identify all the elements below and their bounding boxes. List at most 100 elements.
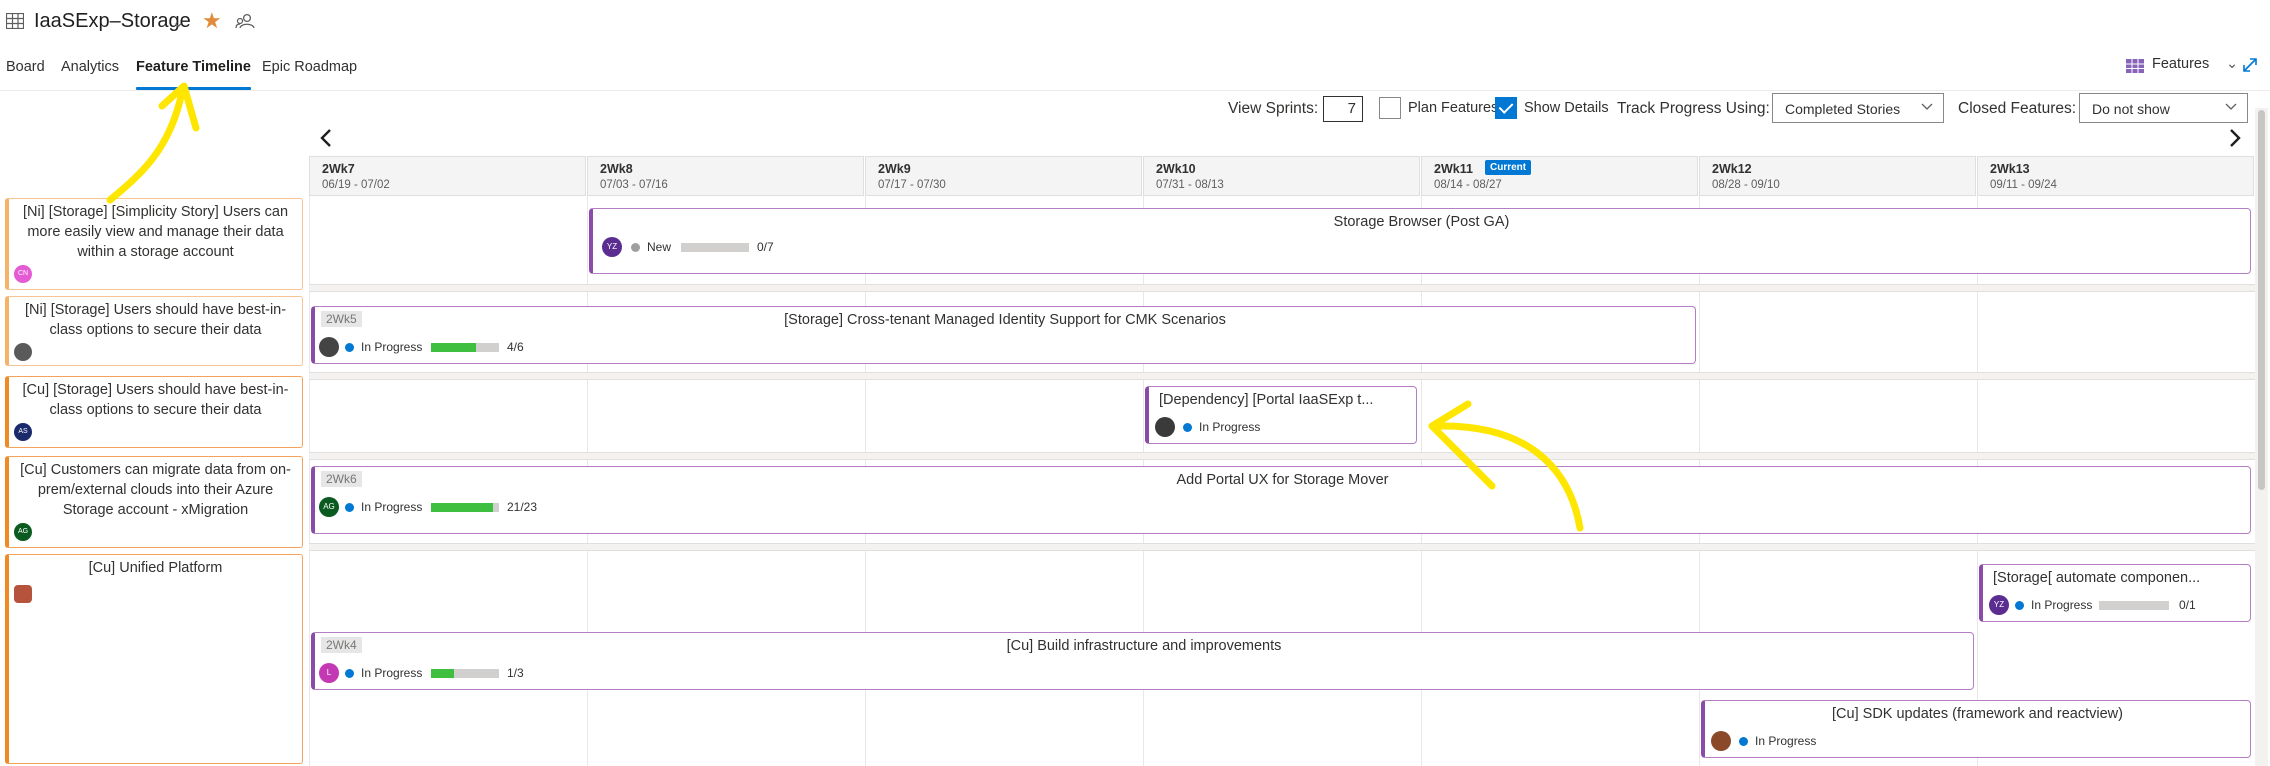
- progress-bar: [2099, 601, 2169, 610]
- state-label: In Progress: [2031, 598, 2093, 612]
- track-progress-label: Track Progress Using:: [1617, 100, 1770, 117]
- avatar: AG: [319, 497, 339, 517]
- view-sprints-input[interactable]: 7: [1323, 96, 1363, 122]
- epic-card[interactable]: [Ni] [Storage] Users should have best-in…: [5, 296, 303, 366]
- avatar: CN: [14, 265, 32, 283]
- progress-count: 0/7: [757, 240, 774, 254]
- state-dot: [345, 343, 354, 352]
- epic-title: [Cu] Customers can migrate data from on-…: [20, 462, 291, 518]
- progress-bar: [431, 503, 499, 512]
- feature-card[interactable]: [Cu] SDK updates (framework and reactvie…: [1701, 700, 2251, 758]
- chevron-down-icon: [2225, 103, 2237, 110]
- team-members-icon[interactable]: [235, 12, 255, 30]
- progress-bar: [681, 243, 749, 252]
- sprint-gridline: [309, 196, 310, 766]
- team-chevron-down-icon[interactable]: ⌄: [172, 13, 185, 31]
- state-dot: [345, 669, 354, 678]
- progress-count: 4/6: [507, 340, 524, 354]
- progress-count: 21/23: [507, 500, 538, 514]
- favorite-star-icon[interactable]: ★: [202, 8, 222, 34]
- sprint-name: 2Wk10: [1156, 162, 1196, 176]
- sprint-dates: 08/14 - 08/27: [1434, 179, 1502, 191]
- state-label: In Progress: [1199, 420, 1261, 434]
- sprint-name: 2Wk8: [600, 162, 633, 176]
- backlog-level-chevron-down-icon: ⌄: [2226, 56, 2239, 72]
- backlog-board-icon: [2126, 59, 2144, 73]
- header-divider: [0, 90, 2270, 91]
- sprint-dates: 07/31 - 08/13: [1156, 179, 1224, 191]
- feature-card[interactable]: 2Wk4 [Cu] Build infrastructure and impro…: [311, 632, 1974, 690]
- vertical-scrollbar[interactable]: [2255, 108, 2268, 766]
- top-bar: IaaSExp–Storage ⌄ ★: [0, 0, 2270, 44]
- avatar: L: [319, 663, 339, 683]
- sprint-name: 2Wk13: [1990, 162, 2030, 176]
- progress-bar: [431, 669, 499, 678]
- feature-title: [Cu] SDK updates (framework and reactvie…: [1832, 706, 2123, 722]
- sprint-name: 2Wk9: [878, 162, 911, 176]
- tab-feature-timeline[interactable]: Feature Timeline: [136, 56, 251, 90]
- feature-title: [Storage[ automate componen...: [1993, 570, 2201, 586]
- epic-card[interactable]: [Cu] Unified Platform: [5, 554, 303, 764]
- sprint-header: 2Wk12 08/28 - 09/10: [1699, 156, 1976, 196]
- closed-features-dropdown[interactable]: Do not show: [2079, 93, 2248, 123]
- sprint-dates: 08/28 - 09/10: [1712, 179, 1780, 191]
- sprint-dates: 07/03 - 07/16: [600, 179, 668, 191]
- progress-count: 1/3: [507, 666, 524, 680]
- state-dot: [345, 503, 354, 512]
- state-label: In Progress: [361, 666, 423, 680]
- track-progress-dropdown[interactable]: Completed Stories: [1772, 93, 1944, 123]
- show-details-checkbox[interactable]: [1495, 97, 1517, 119]
- avatar: [319, 337, 339, 357]
- sprint-header: 2Wk11 Current 08/14 - 08/27: [1421, 156, 1698, 196]
- sprint-dates: 06/19 - 07/02: [322, 179, 390, 191]
- team-name[interactable]: IaaSExp–Storage: [34, 10, 191, 33]
- state-label: In Progress: [361, 340, 423, 354]
- sprint-header: 2Wk10 07/31 - 08/13: [1143, 156, 1420, 196]
- tab-analytics[interactable]: Analytics: [61, 56, 119, 90]
- progress-bar: [431, 343, 499, 352]
- progress-fill: [431, 343, 477, 352]
- closed-features-value: Do not show: [2092, 101, 2170, 117]
- progress-fill: [431, 669, 454, 678]
- epic-title: [Cu] Unified Platform: [88, 560, 223, 576]
- plan-features-checkbox[interactable]: [1379, 97, 1401, 119]
- avatar: [1155, 417, 1175, 437]
- sprint-name: 2Wk7: [322, 162, 355, 176]
- feature-card[interactable]: [Dependency] [Portal IaaSExp t... In Pro…: [1145, 386, 1417, 444]
- epic-card[interactable]: [Cu] [Storage] Users should have best-in…: [5, 376, 303, 448]
- feature-card[interactable]: Storage Browser (Post GA) YZ New 0/7: [589, 208, 2251, 274]
- sprint-header: 2Wk7 06/19 - 07/02: [309, 156, 586, 196]
- feature-title: Storage Browser (Post GA): [1333, 214, 1510, 230]
- scroll-thumb[interactable]: [2258, 110, 2265, 490]
- avatar: YZ: [602, 237, 622, 257]
- show-details-label[interactable]: Show Details: [1524, 100, 1609, 116]
- avatar: [14, 343, 32, 361]
- current-sprint-badge: Current: [1485, 160, 1532, 175]
- tab-epic-roadmap[interactable]: Epic Roadmap: [262, 56, 357, 90]
- epic-card[interactable]: [Ni] [Storage] [Simplicity Story] Users …: [5, 198, 303, 290]
- avatar: [14, 585, 32, 603]
- tab-board[interactable]: Board: [6, 56, 45, 90]
- next-sprint-arrow-icon[interactable]: [2226, 126, 2244, 150]
- feature-title: [Cu] Build infrastructure and improvemen…: [1006, 638, 1282, 654]
- fullscreen-expand-icon[interactable]: [2241, 56, 2259, 74]
- sprint-header: 2Wk13 09/11 - 09/24: [1977, 156, 2254, 196]
- feature-card[interactable]: 2Wk5 [Storage] Cross-tenant Managed Iden…: [311, 306, 1696, 364]
- sprint-header: 2Wk9 07/17 - 07/30: [865, 156, 1142, 196]
- state-dot: [2015, 601, 2024, 610]
- plan-features-label[interactable]: Plan Features: [1408, 100, 1498, 116]
- state-dot: [1183, 423, 1192, 432]
- sprint-name: 2Wk12: [1712, 162, 1752, 176]
- state-label: In Progress: [1755, 734, 1817, 748]
- state-label: In Progress: [361, 500, 423, 514]
- epic-card[interactable]: [Cu] Customers can migrate data from on-…: [5, 456, 303, 548]
- sprint-dates: 09/11 - 09/24: [1990, 179, 2057, 191]
- feature-card[interactable]: 2Wk6 Add Portal UX for Storage Mover AG …: [311, 466, 2251, 534]
- previous-sprint-arrow-icon[interactable]: [317, 126, 335, 150]
- progress-fill: [431, 503, 494, 512]
- feature-title: Add Portal UX for Storage Mover: [1176, 472, 1389, 488]
- view-sprints-label: View Sprints:: [1228, 100, 1319, 117]
- avatar: [1711, 731, 1731, 751]
- feature-card[interactable]: [Storage[ automate componen... YZ In Pro…: [1979, 564, 2251, 622]
- avatar: AS: [14, 423, 32, 441]
